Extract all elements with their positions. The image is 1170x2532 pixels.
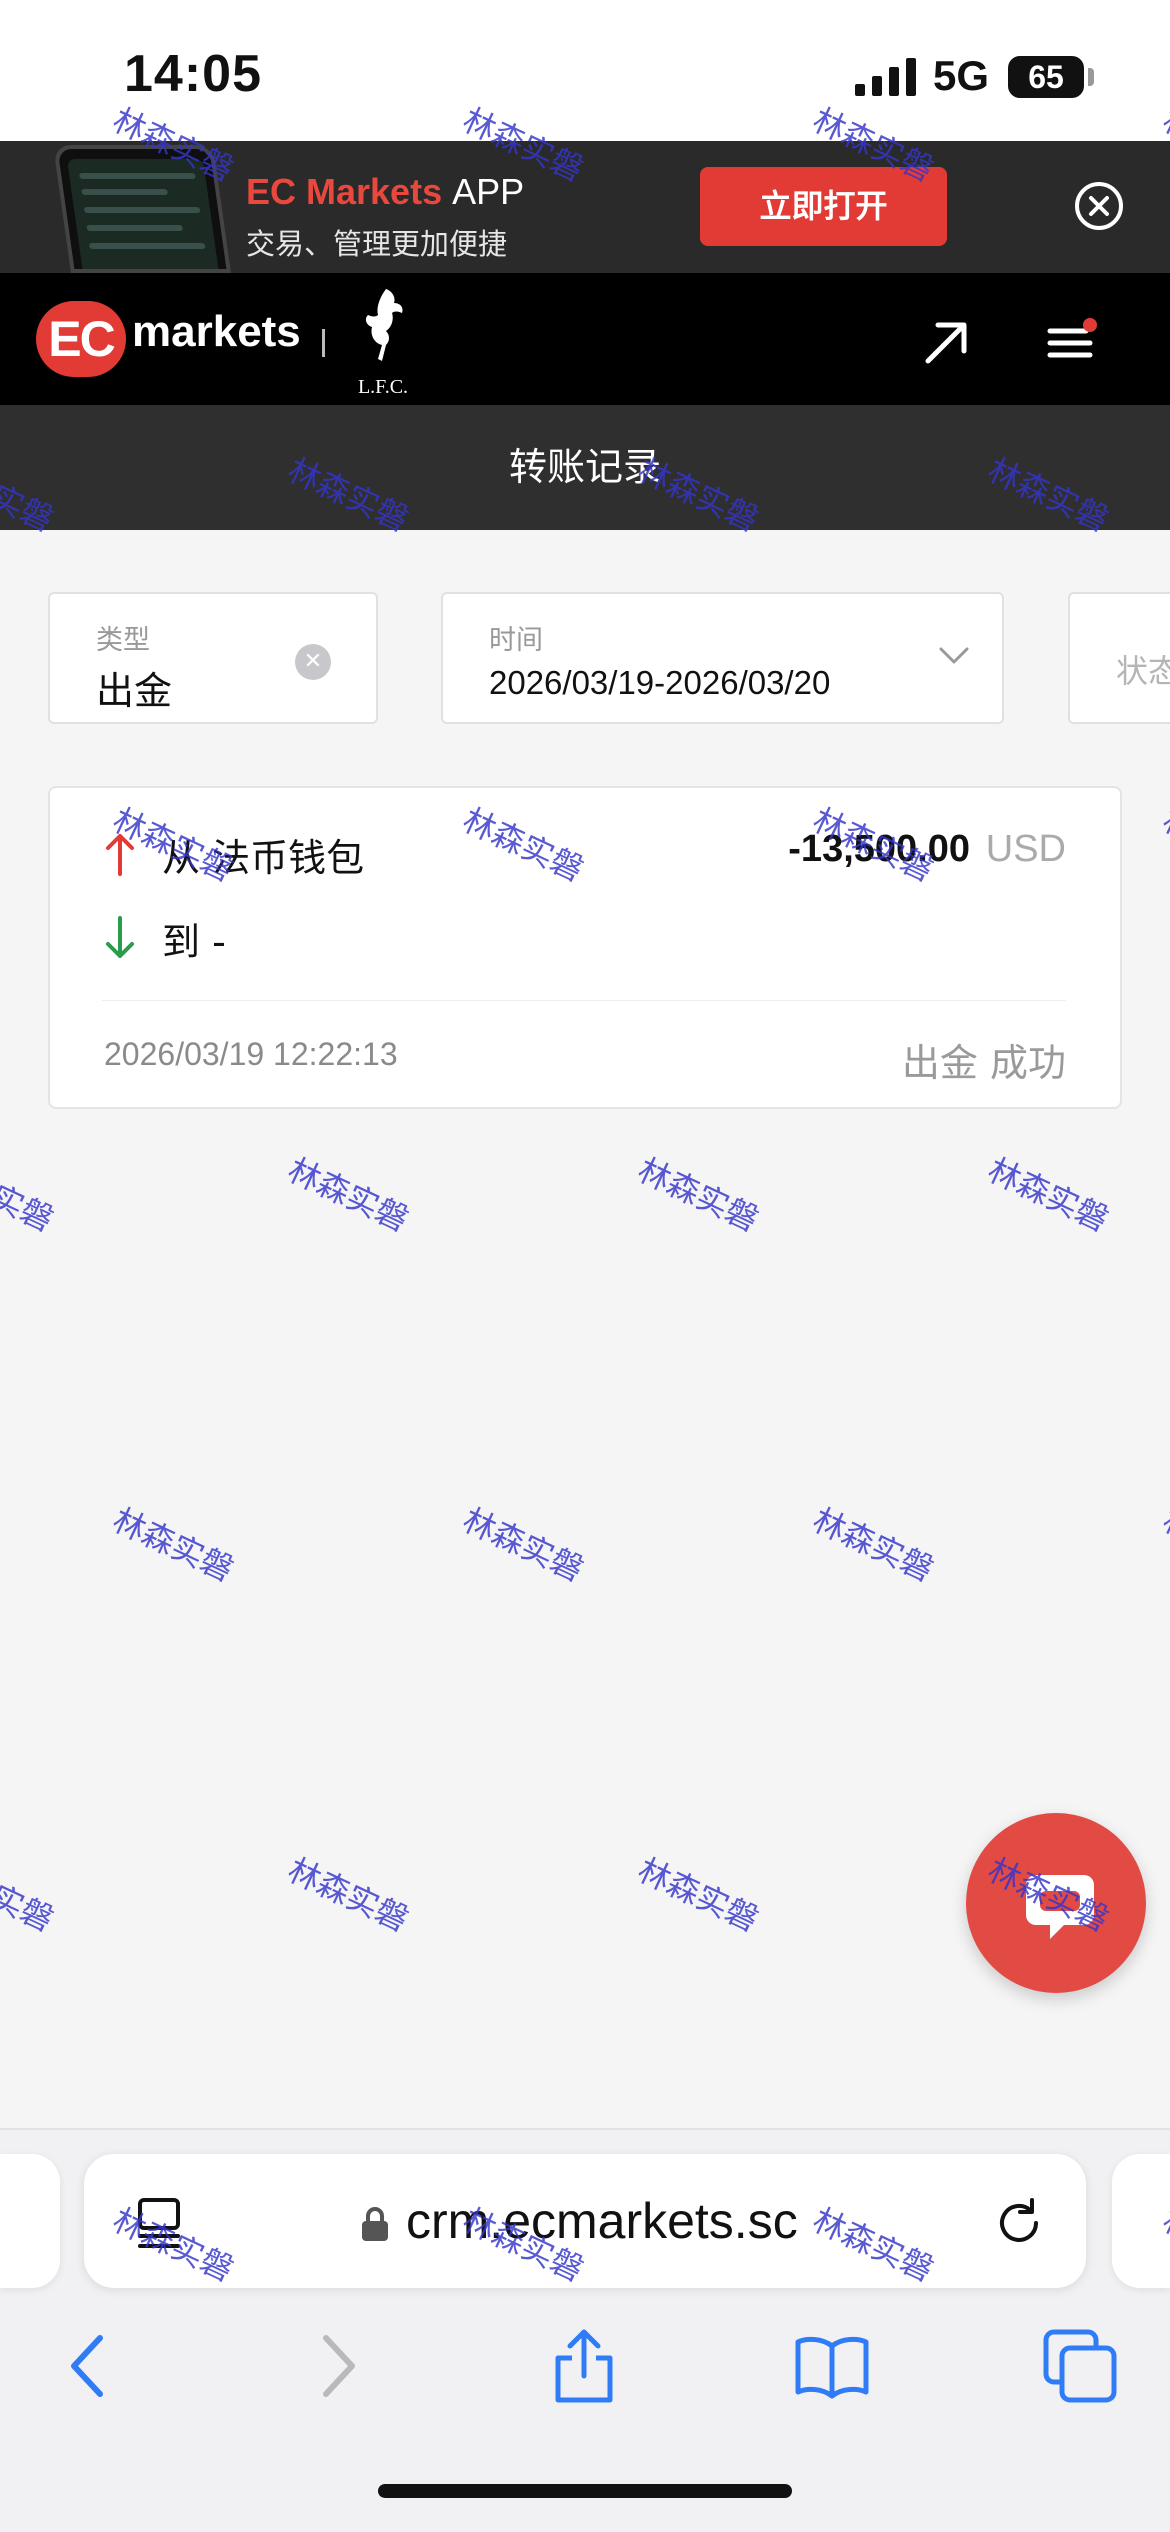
lfc-text: L.F.C.	[358, 376, 408, 398]
share-icon[interactable]	[544, 2326, 624, 2406]
chevron-down-icon	[939, 647, 969, 664]
divider	[102, 1000, 1066, 1001]
watermark-text: 林森实磐	[0, 1150, 60, 1240]
transfer-record-card[interactable]: 从 法币钱包 到 - -13,500.00 USD 2026/03/19 12:…	[48, 786, 1122, 1109]
record-status: 出金 成功	[901, 1041, 1066, 1085]
external-link-arrow-icon[interactable]	[922, 317, 972, 367]
battery-nub	[1088, 68, 1094, 86]
bookmarks-icon[interactable]	[792, 2326, 872, 2406]
clock: 14:05	[124, 45, 262, 103]
site-header: EC markets L.F.C.	[0, 273, 1170, 405]
from-account: 从 法币钱包	[162, 835, 365, 880]
type-filter[interactable]: 类型 出金 ✕	[48, 592, 378, 724]
next-tab-preview[interactable]	[1112, 2154, 1170, 2288]
from-row: 从 法币钱包	[102, 826, 364, 882]
banner-title: EC Markets APP	[246, 171, 525, 212]
ec-logo-mark[interactable]: EC	[36, 301, 126, 377]
tabs-icon[interactable]	[1040, 2326, 1120, 2406]
currency-code: USD	[985, 828, 1066, 870]
forward-icon[interactable]	[298, 2326, 378, 2406]
time-filter-value: 2026/03/19-2026/03/20	[489, 664, 831, 701]
watermark-text: 林森实磐	[0, 1850, 60, 1940]
status-bar: 14:05 5G 65	[0, 0, 1170, 141]
status-filter-placeholder: 状态	[1116, 652, 1170, 690]
watermark-text: 林森实磐	[1157, 1500, 1170, 1590]
phone-mockup-image	[53, 145, 231, 273]
home-indicator	[378, 2484, 792, 2498]
to-account: 到 -	[162, 919, 226, 964]
battery-icon: 65	[1008, 56, 1084, 98]
arrow-down-icon	[106, 916, 134, 958]
open-app-button[interactable]: 立即打开	[700, 167, 947, 246]
cellular-signal-icon	[855, 58, 916, 96]
watermark-text: 林森实磐	[107, 1500, 240, 1590]
chat-support-button[interactable]	[966, 1813, 1146, 1993]
hamburger-menu-icon[interactable]	[1046, 317, 1098, 367]
watermark-text: 林森实磐	[457, 1500, 590, 1590]
record-datetime: 2026/03/19 12:22:13	[104, 1036, 398, 1072]
watermark-text: 林森实磐	[282, 1850, 415, 1940]
watermark-text: 林森实磐	[282, 1150, 415, 1240]
to-row: 到 -	[102, 910, 226, 966]
arrow-up-icon	[106, 834, 134, 876]
previous-tab-preview[interactable]	[0, 2154, 60, 2288]
clear-icon[interactable]: ✕	[295, 644, 331, 680]
watermark-text: 林森实磐	[982, 1150, 1115, 1240]
browser-toolbar: crm.ecmarkets.sc	[0, 2128, 1170, 2532]
watermark-text: 林森实磐	[1157, 800, 1170, 890]
type-filter-value: 出金	[96, 669, 173, 713]
logo-text: markets	[132, 307, 301, 356]
network-type: 5G	[933, 52, 990, 99]
type-filter-label: 类型	[96, 625, 150, 656]
reload-icon[interactable]	[992, 2196, 1046, 2250]
page-menu-icon[interactable]	[134, 2196, 184, 2250]
watermark-text: 林森实磐	[632, 1850, 765, 1940]
time-filter-label: 时间	[489, 625, 543, 656]
back-icon[interactable]	[48, 2326, 128, 2406]
app-download-banner: EC Markets APP 交易、管理更加便捷 立即打开	[0, 141, 1170, 273]
address-bar[interactable]: crm.ecmarkets.sc	[84, 2154, 1086, 2288]
url-text[interactable]: crm.ecmarkets.sc	[406, 2192, 798, 2250]
watermark-text: 林森实磐	[632, 1150, 765, 1240]
chat-bubble-icon	[1026, 1875, 1094, 1939]
banner-subtitle: 交易、管理更加便捷	[246, 227, 508, 261]
close-banner-icon[interactable]	[1074, 181, 1124, 231]
time-filter[interactable]: 时间 2026/03/19-2026/03/20	[441, 592, 1004, 724]
liverpool-fc-crest-icon: L.F.C.	[358, 289, 408, 398]
status-filter[interactable]: 状态	[1068, 592, 1170, 724]
logo-divider	[322, 329, 325, 357]
lock-icon	[362, 2207, 388, 2241]
page-title: 转账记录	[0, 405, 1170, 530]
watermark-text: 林森实磐	[807, 1500, 940, 1590]
transfer-amount: -13,500.00	[788, 828, 970, 870]
